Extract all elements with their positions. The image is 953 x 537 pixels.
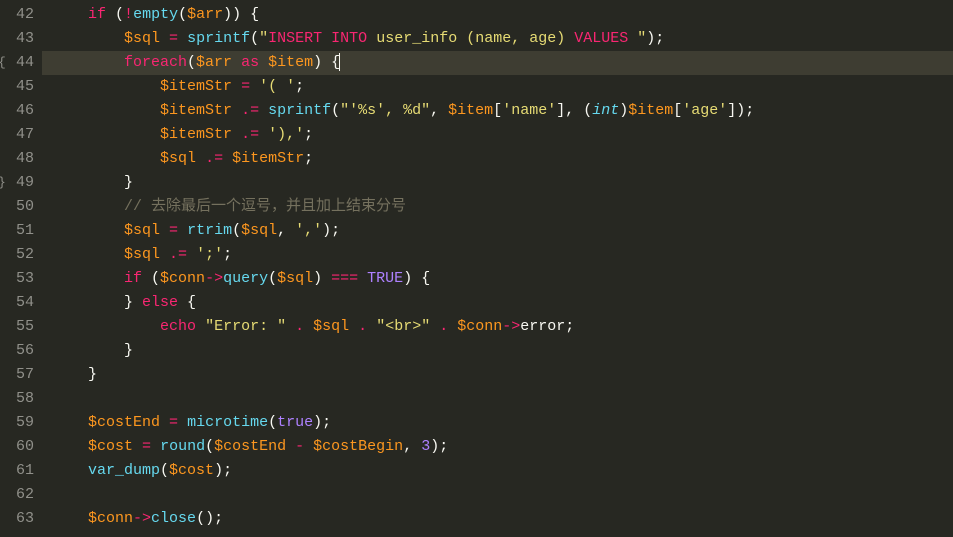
code-content[interactable]: if (!empty($arr)) { $sql = sprintf("INSE…: [42, 0, 953, 537]
code-line[interactable]: $sql .= $itemStr;: [52, 147, 953, 171]
line-number: 46: [0, 99, 34, 123]
fold-close-icon[interactable]: }: [0, 171, 6, 195]
line-number: 62: [0, 483, 34, 507]
code-editor[interactable]: 42 43 {44 45 46 47 48 }49 50 51 52 53 54…: [0, 0, 953, 537]
line-number: 61: [0, 459, 34, 483]
code-line[interactable]: echo "Error: " . $sql . "<br>" . $conn->…: [52, 315, 953, 339]
line-number: 43: [0, 27, 34, 51]
line-number: {44: [0, 51, 34, 75]
line-number: 55: [0, 315, 34, 339]
code-line[interactable]: $sql = sprintf("INSERT INTO user_info (n…: [52, 27, 953, 51]
code-line[interactable]: }: [52, 339, 953, 363]
code-line[interactable]: }: [52, 363, 953, 387]
code-line[interactable]: $sql = rtrim($sql, ',');: [52, 219, 953, 243]
code-line[interactable]: // 去除最后一个逗号，并且加上结束分号: [52, 195, 953, 219]
line-number: 52: [0, 243, 34, 267]
line-number: }49: [0, 171, 34, 195]
line-number-gutter: 42 43 {44 45 46 47 48 }49 50 51 52 53 54…: [0, 0, 42, 537]
code-line[interactable]: $cost = round($costEnd - $costBegin, 3);: [52, 435, 953, 459]
code-line[interactable]: }: [52, 171, 953, 195]
code-line[interactable]: if (!empty($arr)) {: [52, 3, 953, 27]
code-line[interactable]: $sql .= ';';: [52, 243, 953, 267]
line-number: 53: [0, 267, 34, 291]
code-line[interactable]: $conn->close();: [52, 507, 953, 531]
line-number: 51: [0, 219, 34, 243]
text-cursor: [339, 53, 340, 71]
code-line[interactable]: var_dump($cost);: [52, 459, 953, 483]
line-number: 63: [0, 507, 34, 531]
line-number: 48: [0, 147, 34, 171]
line-number: 42: [0, 3, 34, 27]
code-line[interactable]: if ($conn->query($sql) === TRUE) {: [52, 267, 953, 291]
line-number: 59: [0, 411, 34, 435]
code-line[interactable]: } else {: [52, 291, 953, 315]
code-line[interactable]: $itemStr = '( ';: [52, 75, 953, 99]
line-number: 45: [0, 75, 34, 99]
code-line-active[interactable]: foreach($arr as $item) {: [42, 51, 953, 75]
line-number: 58: [0, 387, 34, 411]
line-number: 57: [0, 363, 34, 387]
line-number: 54: [0, 291, 34, 315]
fold-open-icon[interactable]: {: [0, 51, 6, 75]
line-number: 50: [0, 195, 34, 219]
code-line[interactable]: $itemStr .= sprintf("'%s', %d", $item['n…: [52, 99, 953, 123]
code-line[interactable]: $itemStr .= '),';: [52, 123, 953, 147]
line-number: 56: [0, 339, 34, 363]
code-line[interactable]: [52, 483, 953, 507]
line-number: 60: [0, 435, 34, 459]
code-line[interactable]: [52, 387, 953, 411]
line-number: 47: [0, 123, 34, 147]
code-line[interactable]: $costEnd = microtime(true);: [52, 411, 953, 435]
